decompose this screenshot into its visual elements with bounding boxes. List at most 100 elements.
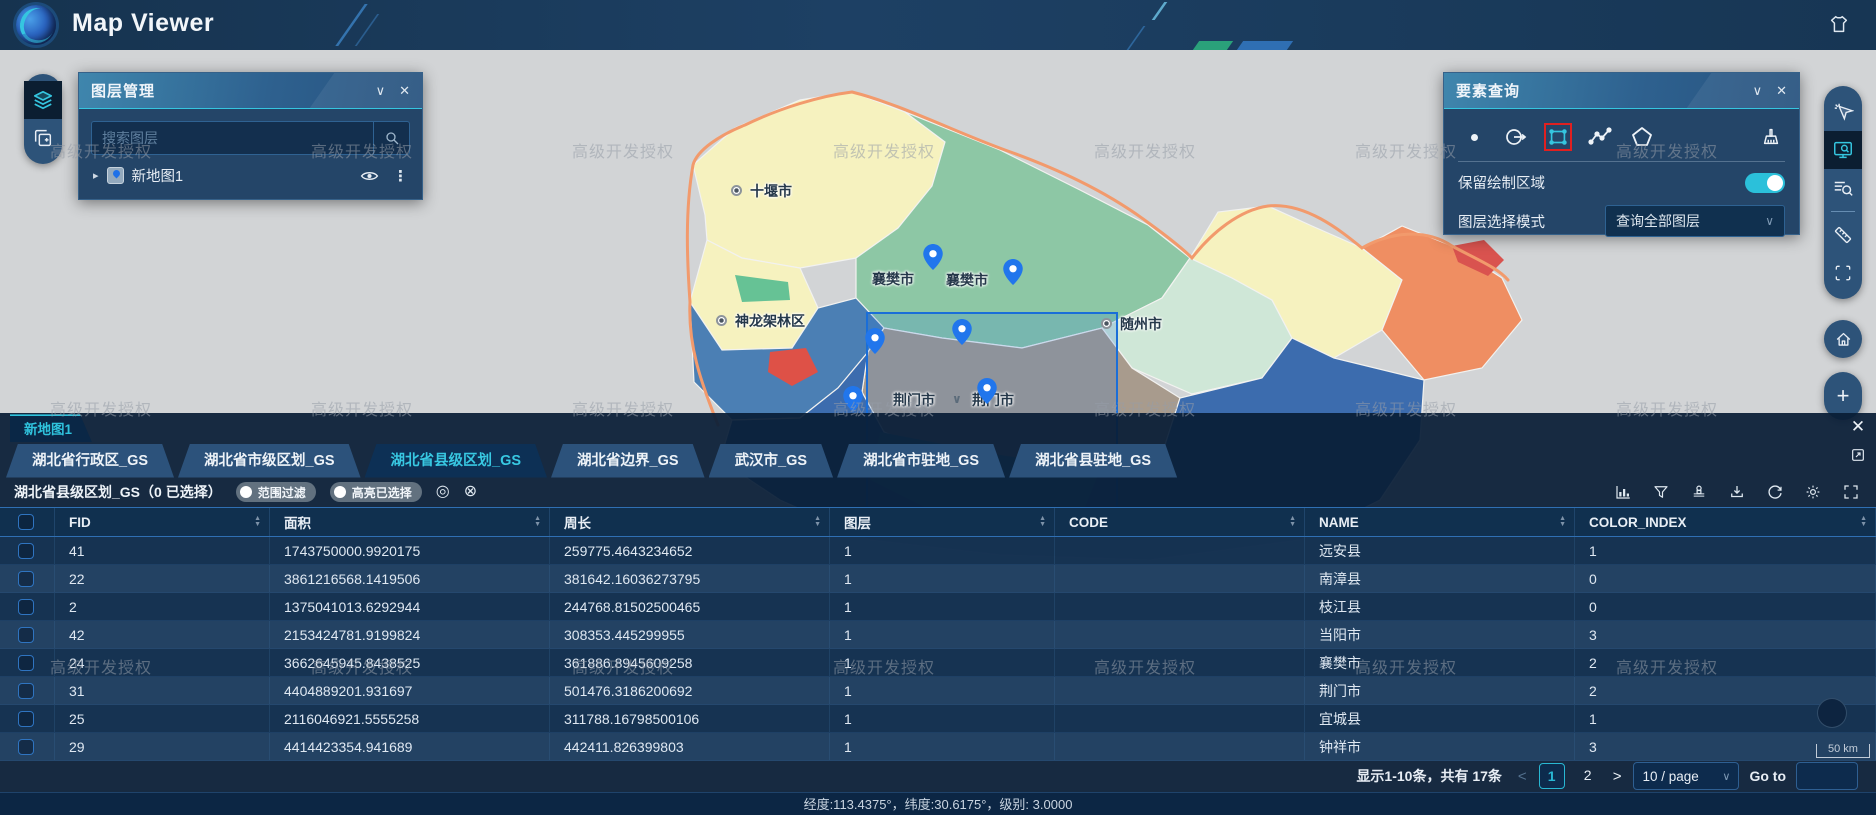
layer-tree-item[interactable]: ▸ 新地图1 ⋮ [79, 155, 422, 186]
layer-tab[interactable]: 湖北省市驻地_GS [837, 444, 1005, 478]
table-cell: 襄樊市 [1305, 649, 1575, 676]
column-header[interactable]: FID▲▼ [55, 508, 270, 536]
table-cell: 4404889201.931697 [270, 677, 550, 704]
table-row[interactable]: 422153424781.9199824308353.4452999551当阳市… [0, 621, 1876, 649]
city-marker [716, 315, 727, 326]
visibility-eye-icon[interactable] [360, 169, 379, 183]
row-checkbox[interactable] [18, 739, 34, 755]
draw-point-icon[interactable] [1460, 123, 1488, 151]
dock-panel-icon[interactable] [1850, 447, 1866, 463]
next-page-icon[interactable]: > [1611, 768, 1624, 785]
row-checkbox[interactable] [18, 543, 34, 559]
close-table-icon[interactable]: ✕ [1851, 418, 1865, 435]
table-cell: 24 [55, 649, 270, 676]
theme-skin-icon[interactable] [1828, 13, 1850, 35]
table-row[interactable]: 411743750000.9920175259775.46432346521远安… [0, 537, 1876, 565]
clear-draw-icon[interactable] [1757, 123, 1785, 151]
close-panel-icon[interactable]: ✕ [1776, 84, 1787, 97]
draw-circle-icon[interactable] [1502, 123, 1530, 151]
draw-polyline-icon[interactable] [1586, 123, 1614, 151]
home-extent-button[interactable] [1824, 320, 1862, 358]
table-cell: 1743750000.9920175 [270, 537, 550, 564]
new-map-button[interactable] [24, 119, 62, 157]
row-checkbox[interactable] [18, 599, 34, 615]
close-panel-icon[interactable]: ✕ [399, 84, 410, 97]
layer-tab[interactable]: 湖北省边界_GS [551, 444, 705, 478]
fullscreen-icon[interactable] [1842, 483, 1860, 501]
export-download-icon[interactable] [1728, 483, 1746, 501]
select-tool-button[interactable] [1824, 93, 1862, 131]
settings-gear-icon[interactable] [1804, 483, 1822, 501]
table-row[interactable]: 252116046921.5555258311788.167985001061宜… [0, 705, 1876, 733]
table-row[interactable]: 243662645945.8438525361886.89456092581襄樊… [0, 649, 1876, 677]
keep-draw-area-toggle[interactable] [1745, 173, 1785, 193]
highlight-selected-toggle[interactable]: 高亮已选择 [330, 482, 422, 502]
clear-selection-icon[interactable]: ⊗ [464, 484, 477, 500]
page-size-dropdown[interactable]: 10 / page ∨ [1633, 762, 1739, 790]
layer-tab[interactable]: 湖北省行政区_GS [6, 444, 174, 478]
range-filter-toggle[interactable]: 范围过滤 [236, 482, 316, 502]
collapse-panel-icon[interactable]: ∨ [376, 84, 386, 97]
table-cell: 荆门市 [1305, 677, 1575, 704]
prev-page-icon[interactable]: < [1516, 768, 1529, 785]
column-header[interactable]: 周长▲▼ [550, 508, 830, 536]
page-number[interactable]: 2 [1575, 763, 1601, 789]
table-cell [1055, 677, 1305, 704]
measure-tool-button[interactable] [1824, 216, 1862, 254]
table-row[interactable]: 314404889201.931697501476.31862006921荆门市… [0, 677, 1876, 705]
zoom-in-button[interactable]: + [1824, 379, 1862, 413]
row-checkbox[interactable] [18, 514, 34, 530]
column-header[interactable]: COLOR_INDEX▲▼ [1575, 508, 1876, 536]
stamp-select-icon[interactable] [1690, 483, 1708, 501]
map-pin[interactable] [952, 319, 972, 345]
layer-tab[interactable]: 湖北省县级区划_GS [365, 444, 548, 478]
attribute-query-button[interactable] [1824, 169, 1862, 207]
layer-tab[interactable]: 湖北省县驻地_GS [1009, 444, 1177, 478]
table-row[interactable]: 21375041013.6292944244768.815025004651枝江… [0, 593, 1876, 621]
selection-summary: 湖北省县级区划_GS（0 已选择） [14, 482, 222, 502]
column-header[interactable]: 图层▲▼ [830, 508, 1055, 536]
row-checkbox[interactable] [18, 711, 34, 727]
rectangle-zoom-button[interactable] [1824, 254, 1862, 292]
refresh-icon[interactable] [1766, 483, 1784, 501]
draw-rectangle-icon[interactable] [1544, 123, 1572, 151]
row-checkbox[interactable] [18, 655, 34, 671]
map-tab[interactable]: 新地图1 [10, 414, 92, 442]
row-checkbox[interactable] [18, 571, 34, 587]
map-pin[interactable] [865, 328, 885, 354]
tree-expand-icon[interactable]: ▸ [93, 169, 99, 182]
goto-page-input[interactable] [1796, 762, 1858, 790]
table-header-row: FID▲▼面积▲▼周长▲▼图层▲▼CODE▲▼NAME▲▼COLOR_INDEX… [0, 507, 1876, 537]
table-row[interactable]: 294414423354.941689442411.8263998031钟祥市3 [0, 733, 1876, 761]
map-pin[interactable] [923, 244, 943, 270]
layer-manager-button[interactable] [24, 81, 62, 119]
column-header[interactable]: CODE▲▼ [1055, 508, 1305, 536]
map-pin[interactable] [1003, 259, 1023, 285]
row-checkbox[interactable] [18, 627, 34, 643]
column-header[interactable]: 面积▲▼ [270, 508, 550, 536]
collapse-panel-icon[interactable]: ∨ [1753, 84, 1763, 97]
layer-tab[interactable]: 湖北省市级区划_GS [178, 444, 361, 478]
layer-tab[interactable]: 武汉市_GS [709, 444, 834, 478]
draw-polygon-icon[interactable] [1628, 123, 1656, 151]
layer-name: 新地图1 [132, 165, 184, 186]
search-icon[interactable] [373, 122, 409, 154]
draw-tools [1444, 109, 1799, 161]
layer-search-input[interactable] [92, 130, 373, 146]
map-scale-bar: 50 km [1816, 744, 1870, 758]
page-number[interactable]: 1 [1539, 763, 1565, 789]
column-header[interactable]: NAME▲▼ [1305, 508, 1575, 536]
map-pin[interactable] [977, 378, 997, 404]
layer-select-mode-dropdown[interactable]: 查询全部图层 ∨ [1605, 205, 1785, 237]
table-row[interactable]: 223861216568.1419506381642.160362737951南… [0, 565, 1876, 593]
statistics-icon[interactable] [1614, 483, 1632, 501]
row-checkbox[interactable] [18, 683, 34, 699]
locate-selection-icon[interactable]: ◎ [436, 484, 450, 500]
feature-query-button[interactable] [1824, 131, 1862, 169]
map-pin[interactable] [843, 386, 863, 412]
chevron-down-icon: ∨ [952, 392, 962, 406]
map-control-button[interactable] [1817, 698, 1847, 728]
filter-icon[interactable] [1652, 483, 1670, 501]
more-menu-icon[interactable]: ⋮ [393, 167, 408, 185]
table-cell: 41 [55, 537, 270, 564]
